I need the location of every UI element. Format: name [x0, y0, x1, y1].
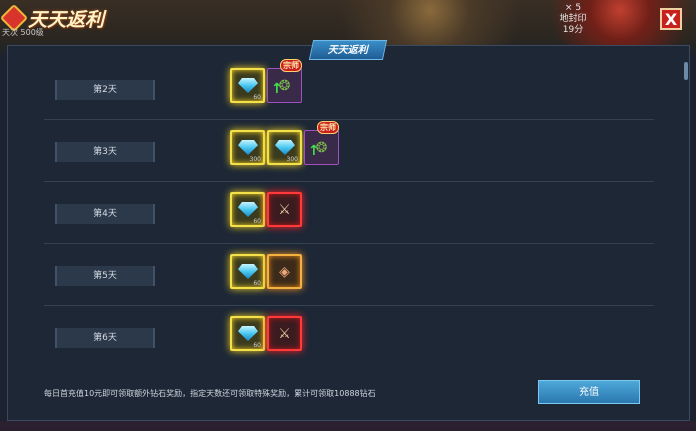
reward-row: 第5天 60 ◈	[14, 244, 676, 306]
diamond-reward[interactable]: 300	[230, 130, 265, 165]
item-quantity: 300	[249, 156, 261, 163]
footer-description: 每日首充值10元即可领取额外钻石奖励，指定天数还可领取特殊奖励，累计可领取108…	[44, 389, 376, 398]
diamond-reward[interactable]: 60	[230, 254, 265, 289]
reward-items: 60 ⚔	[230, 192, 302, 227]
diamond-icon	[238, 264, 258, 279]
day-label: 第2天	[55, 80, 155, 100]
treasure-icon: ◈	[279, 263, 290, 280]
item-quantity: 300	[286, 156, 298, 163]
diamond-icon	[275, 140, 295, 155]
diamond-reward[interactable]: 60	[230, 192, 265, 227]
hud-line: 地封印	[559, 14, 587, 24]
equipment-icon: ❂	[278, 77, 291, 94]
equipment-reward[interactable]: ⚔	[267, 316, 302, 351]
day-label: 第5天	[55, 266, 155, 286]
reward-items: 60 ◈	[230, 254, 302, 289]
rank-badge: 宗师	[280, 59, 302, 72]
reward-items: 60 ↑ ❂ 宗师	[230, 59, 302, 103]
reward-row: 第4天 60 ⚔	[14, 182, 676, 244]
diamond-icon	[238, 202, 258, 217]
hud-status: × 5 地封印 19分	[548, 3, 598, 36]
day-label: 第6天	[55, 328, 155, 348]
diamond-icon	[238, 326, 258, 341]
rank-badge: 宗师	[317, 121, 339, 134]
reward-row: 第6天 60 ⚔	[14, 306, 676, 363]
hud-line: × 5	[564, 3, 582, 13]
item-quantity: 60	[253, 342, 261, 349]
recharge-button[interactable]: 充值	[538, 380, 640, 404]
equipment-reward[interactable]: ⚔	[267, 192, 302, 227]
upgrade-item-reward[interactable]: ↑ ❂ 宗师	[267, 59, 302, 103]
equipment-icon: ⚔	[278, 325, 291, 342]
diamond-reward[interactable]: 300	[267, 130, 302, 165]
reward-items: 60 ⚔	[230, 316, 302, 351]
reward-items: 300 300 ↑ ❂ 宗师	[230, 121, 339, 165]
equipment-icon: ⚔	[278, 201, 291, 218]
player-info: 天次 500级	[2, 28, 44, 37]
diamond-reward[interactable]: 60	[230, 316, 265, 351]
reward-row: 第3天 300 300 ↑ ❂ 宗师	[14, 120, 676, 182]
scrollbar[interactable]	[684, 62, 688, 80]
hud-line: 19分	[562, 25, 584, 35]
close-button[interactable]: X	[660, 8, 682, 30]
diamond-icon	[238, 78, 258, 93]
bottom-strip	[0, 421, 696, 431]
equipment-icon: ❂	[315, 139, 328, 156]
upgrade-item-reward[interactable]: ↑ ❂ 宗师	[304, 121, 339, 165]
diamond-icon	[238, 140, 258, 155]
day-label: 第3天	[55, 142, 155, 162]
reward-list: 第2天 60 ↑ ❂ 宗师 第3天 300 300 ↑ ❂ 宗师 第4天 60 ⚔ 第5天 60 ◈ 第6天 60 ⚔	[14, 58, 676, 363]
item-quantity: 60	[253, 94, 261, 101]
item-quantity: 60	[253, 218, 261, 225]
chest-reward[interactable]: ◈	[267, 254, 302, 289]
item-quantity: 60	[253, 280, 261, 287]
tab-daily-rebate[interactable]: 天天返利	[308, 40, 388, 60]
reward-row: 第2天 60 ↑ ❂ 宗师	[14, 58, 676, 120]
diamond-reward[interactable]: 60	[230, 68, 265, 103]
day-label: 第4天	[55, 204, 155, 224]
